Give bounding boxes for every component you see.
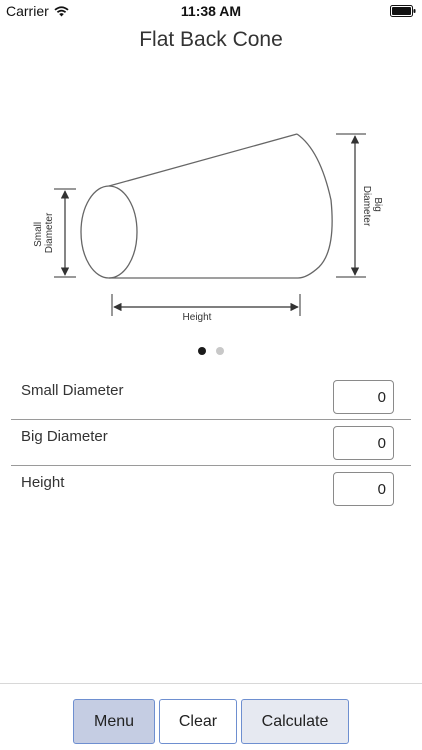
status-bar: Carrier 11:38 AM xyxy=(0,0,422,22)
bottom-toolbar: Menu Clear Calculate xyxy=(0,683,422,750)
small-diameter-dimension: Small Diameter xyxy=(33,188,76,278)
page-dot-2[interactable] xyxy=(216,347,224,355)
small-diameter-label: Small Diameter xyxy=(21,382,124,399)
page-title: Flat Back Cone xyxy=(139,28,283,51)
big-diameter-label: Big Diameter xyxy=(361,186,383,227)
height-input[interactable] xyxy=(333,472,394,506)
big-diameter-label: Big Diameter xyxy=(21,428,108,445)
height-field-label: Height xyxy=(21,474,65,491)
app-screen: Carrier 11:38 AM Flat Back Cone Small Di… xyxy=(0,0,422,750)
big-diameter-dimension: Big Diameter xyxy=(336,133,383,278)
small-diameter-input[interactable] xyxy=(333,380,394,414)
menu-button[interactable]: Menu xyxy=(73,699,155,744)
clear-button[interactable]: Clear xyxy=(159,699,237,744)
status-time: 11:38 AM xyxy=(180,3,242,19)
height-row: Height xyxy=(0,466,422,512)
big-diameter-input[interactable] xyxy=(333,426,394,460)
height-label: Height xyxy=(183,312,212,323)
cone-shape xyxy=(80,133,333,279)
battery-icon xyxy=(390,5,416,17)
small-diameter-label: Small Diameter xyxy=(33,212,55,253)
height-dimension: Height xyxy=(111,294,301,323)
small-diameter-row: Small Diameter xyxy=(0,374,422,420)
calculate-button[interactable]: Calculate xyxy=(241,699,349,744)
big-diameter-row: Big Diameter xyxy=(0,420,422,466)
page-indicator[interactable] xyxy=(0,347,422,355)
dimensions-form: Small Diameter Big Diameter Height xyxy=(0,374,422,512)
cone-diagram: Small Diameter Big Diameter Height xyxy=(33,133,383,323)
page-dot-1[interactable] xyxy=(198,347,206,355)
